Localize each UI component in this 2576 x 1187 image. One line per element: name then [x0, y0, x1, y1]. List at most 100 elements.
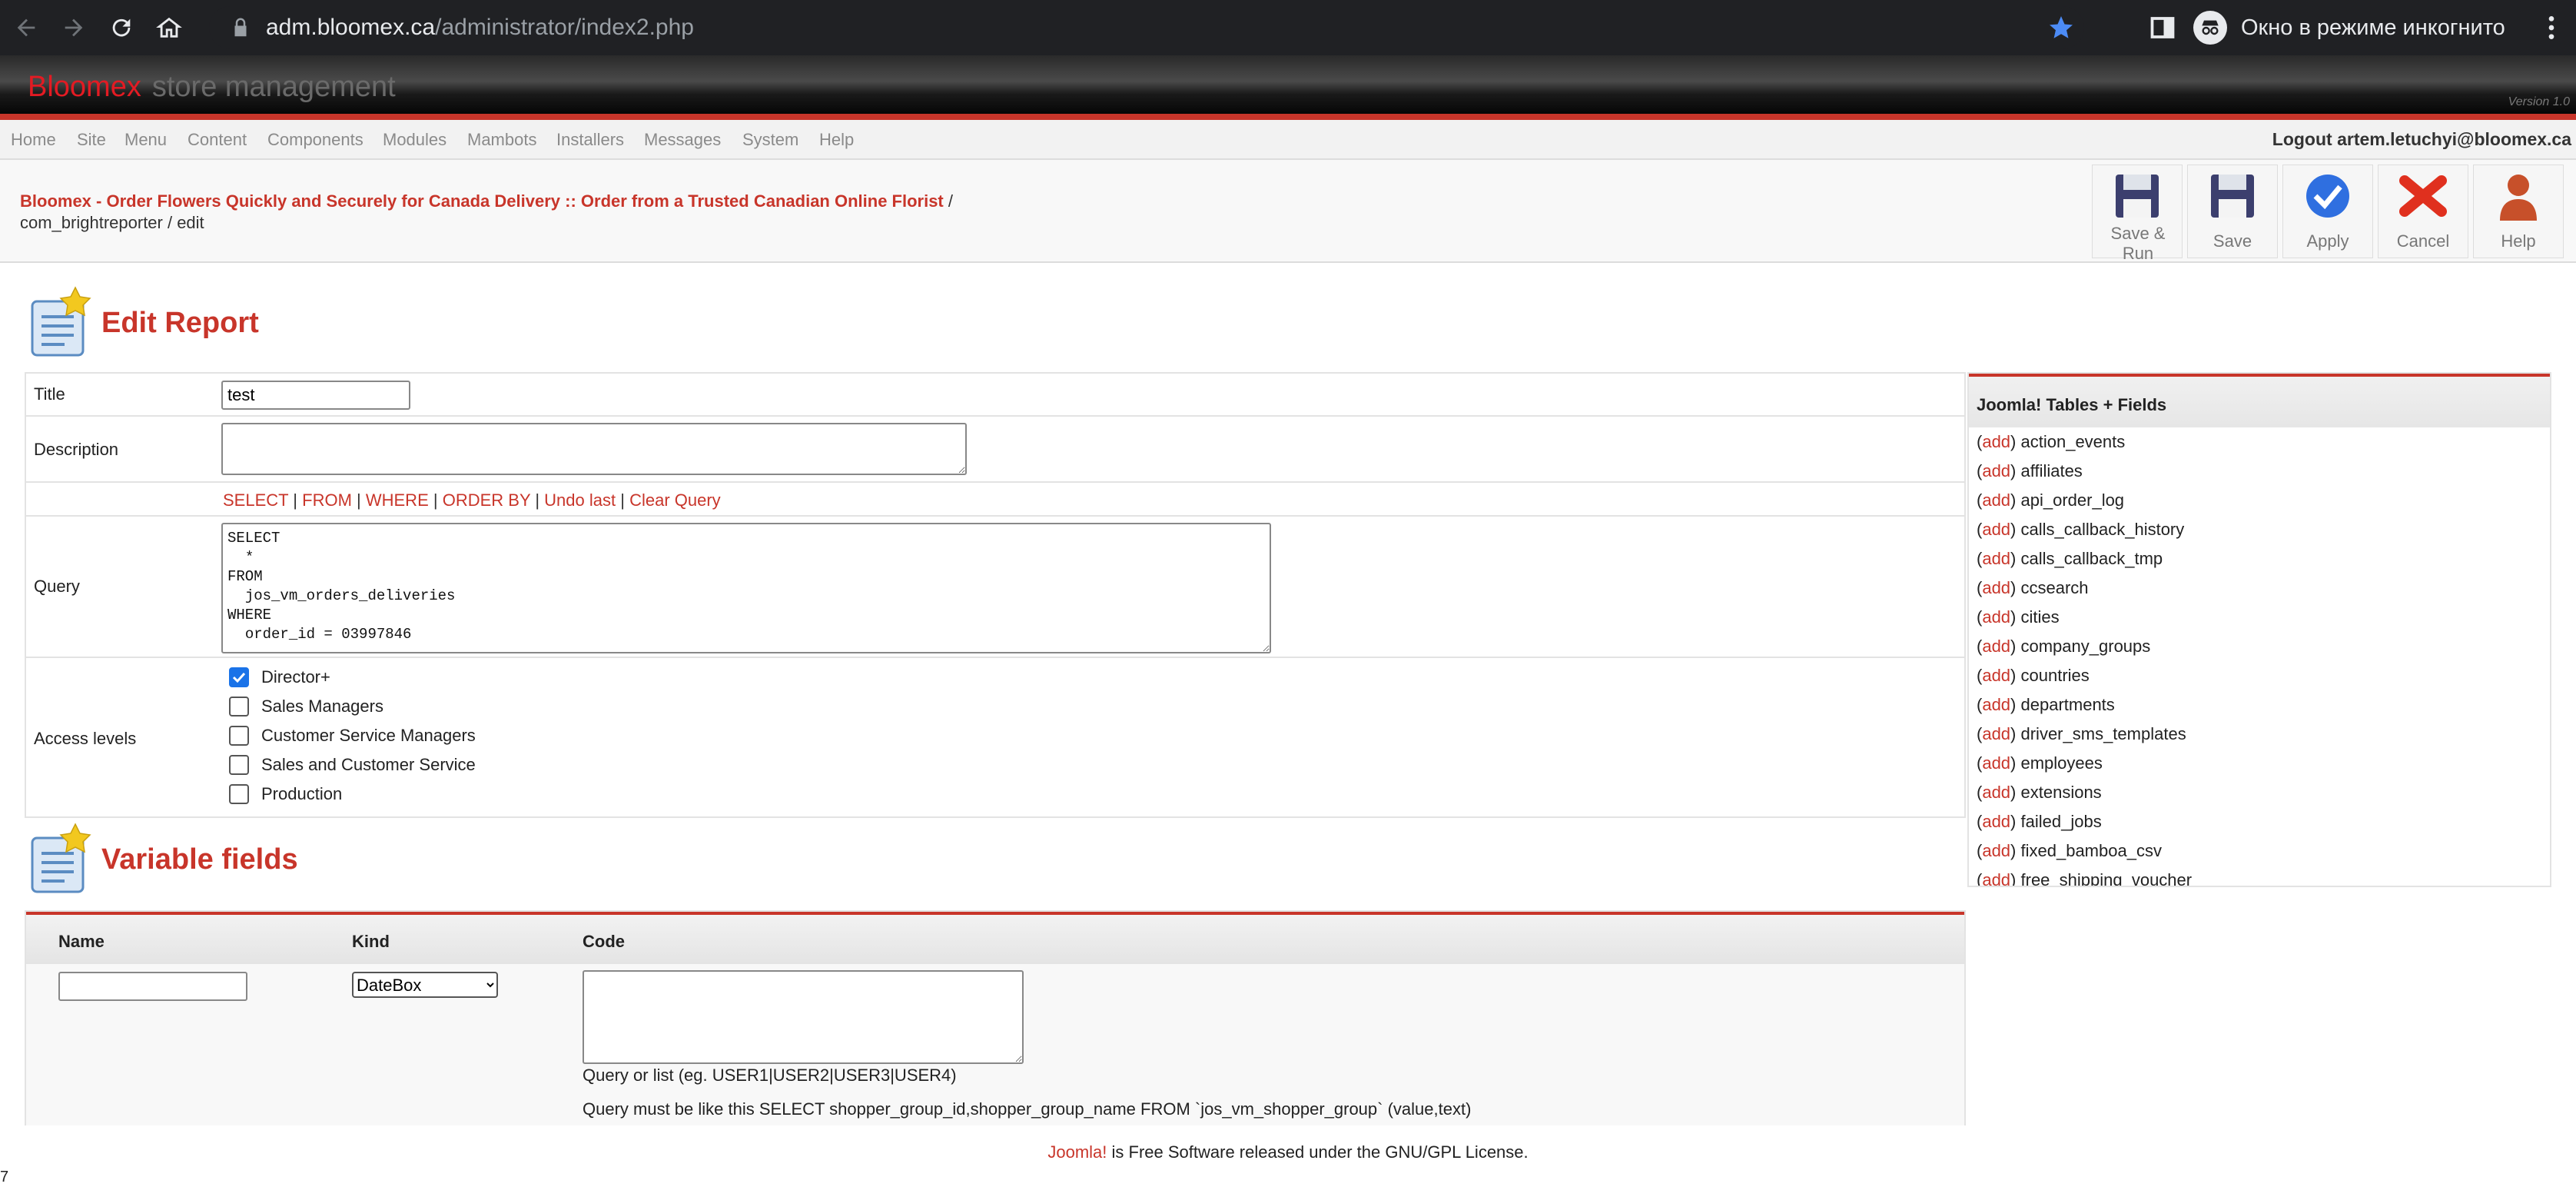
- query-textarea[interactable]: [221, 523, 1271, 653]
- incognito-label: Окно в режиме инкогнито: [2241, 15, 2505, 40]
- logout-link[interactable]: Logout artem.letuchyi@bloomex.ca: [2272, 129, 2571, 150]
- admin-header: Bloomex store management Version 1.0: [0, 55, 2576, 120]
- menu-home[interactable]: Home: [11, 130, 56, 150]
- query-builder-links: SELECT | FROM | WHERE | ORDER BY | Undo …: [223, 490, 721, 510]
- checkbox-unchecked[interactable]: [229, 697, 249, 717]
- title-input[interactable]: [221, 381, 410, 410]
- table-name: affiliates: [2020, 461, 2083, 480]
- add-table-link[interactable]: add: [1982, 724, 2010, 743]
- apply-button[interactable]: Apply: [2282, 165, 2373, 258]
- variable-code-textarea[interactable]: [583, 970, 1024, 1064]
- variable-name-input[interactable]: [58, 972, 247, 1001]
- url-text: adm.bloomex.ca/administrator/index2.php: [266, 15, 694, 41]
- save-run-label: Save & Run: [2110, 224, 2166, 263]
- menu-mambots[interactable]: Mambots: [467, 130, 536, 150]
- add-table-link[interactable]: add: [1982, 841, 2010, 860]
- table-name: calls_callback_history: [2020, 520, 2185, 539]
- breadcrumb-current: com_brightreporter / edit: [20, 213, 204, 232]
- bookmark-star-icon[interactable]: [2047, 14, 2075, 42]
- home-icon: [156, 17, 182, 38]
- side-panel-icon[interactable]: [2149, 14, 2176, 42]
- add-table-link[interactable]: add: [1982, 520, 2010, 539]
- checkbox-unchecked[interactable]: [229, 755, 249, 775]
- access-checkbox-sales-managers[interactable]: Sales Managers: [229, 697, 383, 717]
- menu-menu[interactable]: Menu: [124, 130, 167, 150]
- add-table-link[interactable]: add: [1982, 490, 2010, 510]
- footer-text: is Free Software released under the GNU/…: [1107, 1142, 1529, 1162]
- add-table-link[interactable]: add: [1982, 549, 2010, 568]
- access-checkbox-sales-cs[interactable]: Sales and Customer Service: [229, 755, 476, 775]
- menu-messages[interactable]: Messages: [644, 130, 721, 150]
- table-list-item: (add) action_events: [1977, 432, 2126, 451]
- variable-kind-select[interactable]: DateBox: [352, 972, 498, 998]
- menu-help[interactable]: Help: [819, 130, 854, 150]
- add-table-link[interactable]: add: [1982, 432, 2010, 451]
- forward-button[interactable]: [52, 6, 95, 49]
- menu-content[interactable]: Content: [188, 130, 247, 150]
- access-levels-label: Access levels: [34, 729, 137, 748]
- tables-fields-panel: Joomla! Tables + Fields (add) action_eve…: [1967, 372, 2551, 887]
- edit-report-heading: Edit Report: [28, 286, 259, 360]
- save-button[interactable]: Save: [2187, 165, 2278, 258]
- checkbox-unchecked[interactable]: [229, 784, 249, 804]
- table-list-item: (add) calls_callback_history: [1977, 520, 2185, 539]
- table-list-item: (add) failed_jobs: [1977, 812, 2102, 831]
- add-table-link[interactable]: add: [1982, 607, 2010, 627]
- checkbox-unchecked[interactable]: [229, 726, 249, 746]
- breadcrumb-separator: /: [943, 191, 953, 211]
- add-table-link[interactable]: add: [1982, 578, 2010, 597]
- add-table-link[interactable]: add: [1982, 783, 2010, 802]
- from-link[interactable]: FROM: [302, 490, 352, 510]
- code-hint-query: Query must be like this SELECT shopper_g…: [583, 1099, 1472, 1119]
- back-button[interactable]: [5, 6, 48, 49]
- cancel-button[interactable]: Cancel: [2378, 165, 2468, 258]
- reload-icon: [112, 18, 131, 37]
- variable-fields-table: Name Kind Code DateBox Query or list (eg…: [25, 910, 1966, 1125]
- help-button[interactable]: Help: [2473, 165, 2564, 258]
- save-run-button[interactable]: Save & Run: [2092, 165, 2183, 263]
- menu-modules[interactable]: Modules: [383, 130, 446, 150]
- page-title: Edit Report: [101, 306, 259, 339]
- breadcrumb-site-link[interactable]: Bloomex - Order Flowers Quickly and Secu…: [20, 191, 944, 211]
- toolbar-area: Bloomex - Order Flowers Quickly and Secu…: [0, 160, 2576, 263]
- checkbox-checked[interactable]: [229, 667, 249, 687]
- add-table-link[interactable]: add: [1982, 753, 2010, 773]
- more-menu-icon[interactable]: [2536, 12, 2567, 43]
- menu-site[interactable]: Site: [77, 130, 106, 150]
- variable-fields-heading: Variable fields: [28, 823, 298, 896]
- table-list-item: (add) calls_callback_tmp: [1977, 549, 2163, 568]
- add-table-link[interactable]: add: [1982, 870, 2010, 886]
- home-button[interactable]: [148, 6, 191, 49]
- query-links-row: SELECT | FROM | WHERE | ORDER BY | Undo …: [26, 483, 1964, 517]
- access-checkbox-director[interactable]: Director+: [229, 667, 330, 687]
- where-link[interactable]: WHERE: [366, 490, 429, 510]
- menu-installers[interactable]: Installers: [556, 130, 624, 150]
- incognito-indicator[interactable]: Окно в режиме инкогнито: [2193, 10, 2505, 45]
- table-name: calls_callback_tmp: [2020, 549, 2163, 568]
- add-table-link[interactable]: add: [1982, 666, 2010, 685]
- add-table-link[interactable]: add: [1982, 695, 2010, 714]
- menu-components[interactable]: Components: [267, 130, 363, 150]
- tables-panel-title: Joomla! Tables + Fields: [1969, 374, 2550, 427]
- table-list-item: (add) countries: [1977, 666, 2090, 685]
- address-bar[interactable]: adm.bloomex.ca/administrator/index2.php: [209, 6, 2084, 49]
- cross-icon: [2399, 175, 2447, 217]
- undo-last-link[interactable]: Undo last: [544, 490, 616, 510]
- access-levels-row: Access levels Director+ Sales Managers C…: [26, 658, 1964, 816]
- joomla-link[interactable]: Joomla!: [1047, 1142, 1107, 1162]
- clear-query-link[interactable]: Clear Query: [629, 490, 721, 510]
- table-name: ccsearch: [2020, 578, 2089, 597]
- add-table-link[interactable]: add: [1982, 637, 2010, 656]
- access-checkbox-cs-managers[interactable]: Customer Service Managers: [229, 726, 476, 746]
- order-by-link[interactable]: ORDER BY: [443, 490, 531, 510]
- add-table-link[interactable]: add: [1982, 812, 2010, 831]
- select-link[interactable]: SELECT: [223, 490, 288, 510]
- floppy-disk-icon: [2116, 175, 2159, 218]
- menu-system[interactable]: System: [742, 130, 798, 150]
- reload-button[interactable]: [100, 6, 143, 49]
- variable-field-row: DateBox Query or list (eg. USER1|USER2|U…: [26, 964, 1964, 1125]
- add-table-link[interactable]: add: [1982, 461, 2010, 480]
- description-textarea[interactable]: [221, 423, 967, 475]
- save-label: Save: [2213, 231, 2252, 251]
- access-checkbox-production[interactable]: Production: [229, 784, 342, 804]
